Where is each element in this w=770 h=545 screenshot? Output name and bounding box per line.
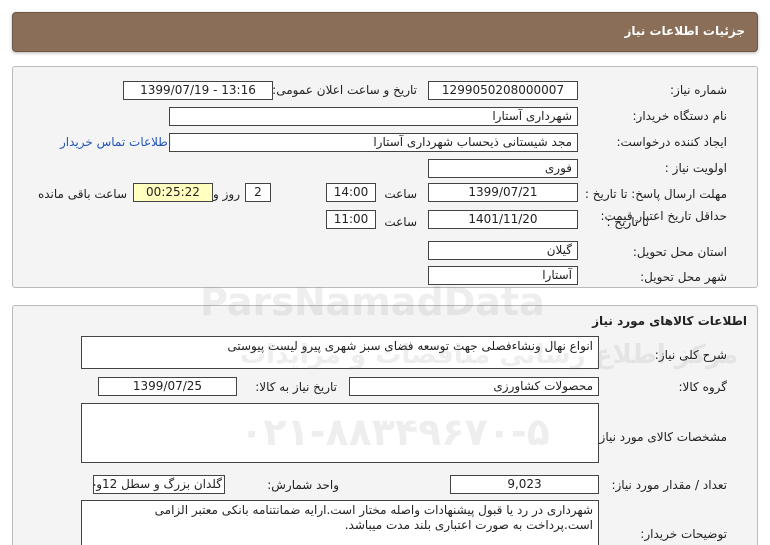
goods-panel: اطلاعات کالاهای مورد نیاز شرح کلی نیاز: … (12, 305, 758, 545)
deadline-date-field: 1399/07/21 (428, 183, 578, 202)
buyer-label: نام دستگاه خریدار: (632, 109, 728, 123)
need-date-label: تاریخ نیاز به کالا: (255, 380, 337, 394)
city-label: شهر محل تحویل: (640, 270, 727, 284)
page-title: جزئیات اطلاعات نیاز (624, 24, 745, 38)
description-field: انواع نهال ونشاءفصلی جهت توسعه فضای سبز … (81, 336, 599, 369)
announce-field: 1399/07/19 - 13:16 (123, 81, 273, 100)
days-field: 2 (245, 183, 271, 202)
specs-field (81, 403, 599, 463)
deadline-label: مهلت ارسال پاسخ: تا تاریخ : (584, 187, 727, 201)
province-field: گیلان (428, 241, 578, 260)
goods-section-title: اطلاعات کالاهای مورد نیاز (592, 314, 747, 328)
buyer-contact-link[interactable]: اطلاعات تماس خریدار (60, 135, 171, 149)
quantity-label: تعداد / مقدار مورد نیاز: (611, 478, 727, 492)
announce-label: تاریخ و ساعت اعلان عمومی: (272, 83, 417, 97)
deadline-time-label: ساعت (384, 187, 417, 201)
need-number-label: شماره نیاز: (670, 83, 727, 97)
validity-sub-label: تا تاریخ : (606, 215, 649, 229)
validity-date-field: 1401/11/20 (428, 210, 578, 229)
priority-label: اولویت نیاز : (664, 161, 727, 175)
unit-label: واحد شمارش: (267, 478, 339, 492)
validity-time-field: 11:00 (326, 210, 376, 229)
deadline-time-field: 14:00 (326, 183, 376, 202)
validity-time-label: ساعت (384, 215, 417, 229)
goods-group-field: محصولات کشاورزی (349, 377, 599, 396)
specs-label: مشخصات کالای مورد نیاز: (595, 430, 727, 444)
request-details-panel: شماره نیاز: 1299050208000007 تاریخ و ساع… (12, 66, 758, 288)
city-field: آستارا (428, 266, 578, 285)
page-header: جزئیات اطلاعات نیاز (12, 12, 758, 52)
priority-field: فوری (428, 159, 578, 178)
creator-label: ایجاد کننده درخواست: (616, 135, 727, 149)
goods-group-label: گروه کالا: (678, 380, 728, 394)
remaining-time-field: 00:25:22 (133, 183, 213, 202)
buyer-notes-label: توضیحات خریدار: (640, 527, 727, 541)
need-date-field: 1399/07/25 (98, 377, 237, 396)
remaining-label: ساعت باقی مانده (37, 187, 127, 201)
unit-field: گلدان بزرگ و سطل 12وجع (93, 475, 225, 494)
buyer-field: شهرداری آستارا (169, 107, 578, 126)
creator-field: مجد شیستانی ذیحساب شهرداری آستارا (169, 133, 578, 152)
buyer-notes-field: شهرداری در رد یا قبول پیشنهادات واصله مخ… (81, 500, 599, 545)
days-label: روز و (213, 187, 240, 201)
province-label: استان محل تحویل: (632, 245, 727, 259)
description-label: شرح کلی نیاز: (654, 348, 727, 362)
quantity-field: 9,023 (450, 475, 599, 494)
need-number-field: 1299050208000007 (428, 81, 578, 100)
